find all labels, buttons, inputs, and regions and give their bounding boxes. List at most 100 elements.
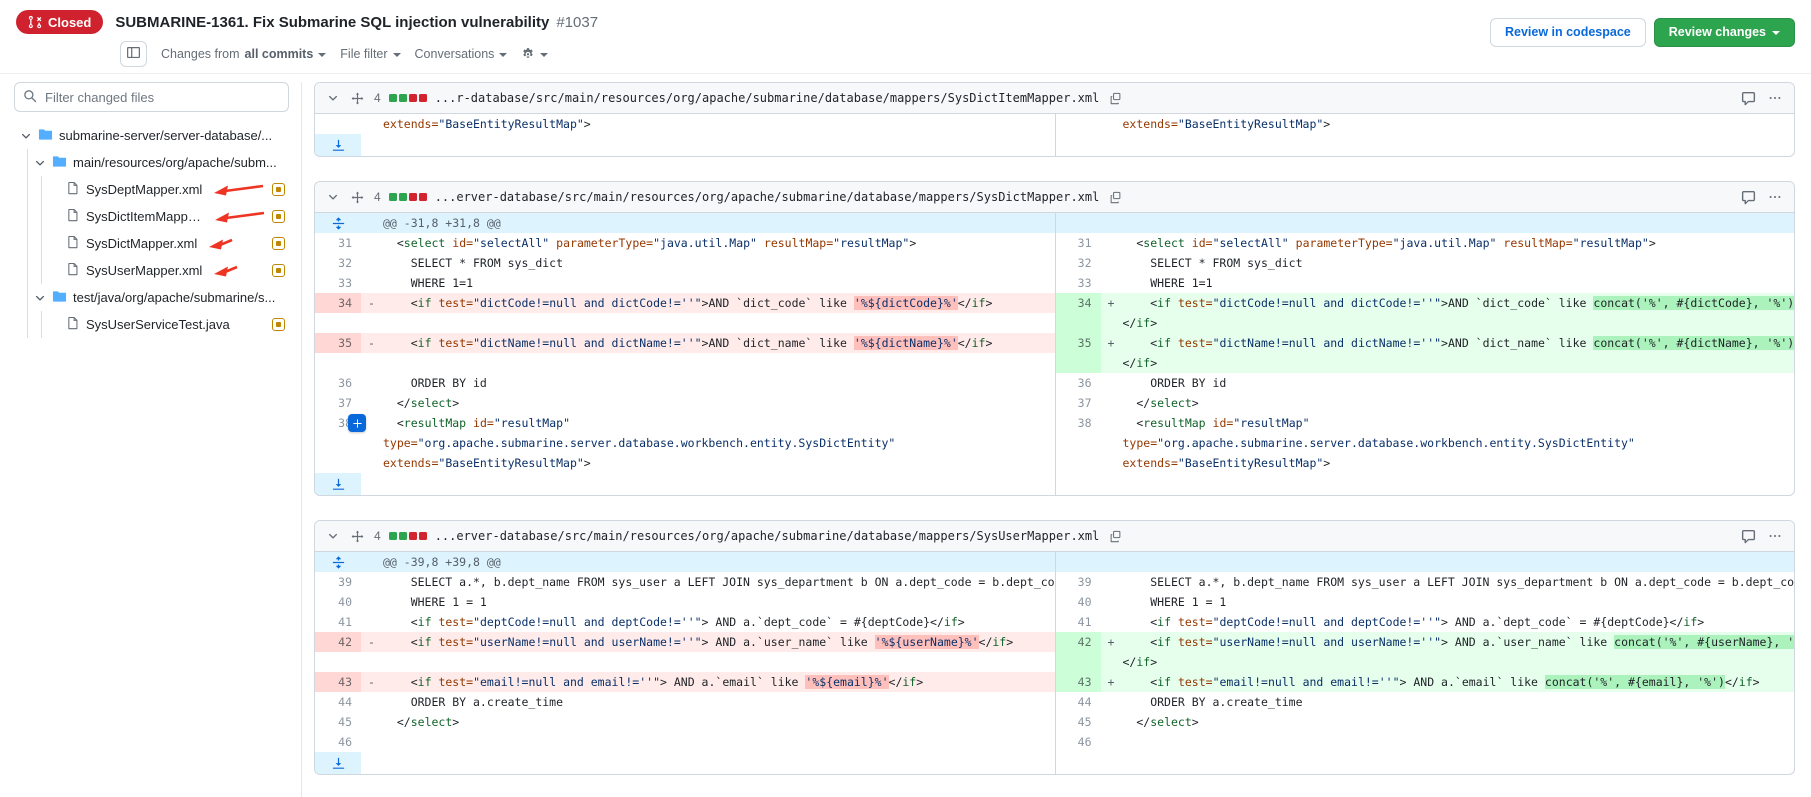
code-line: SELECT a.*, b.dept_name FROM sys_user a … [1101, 572, 1795, 592]
line-number[interactable]: 31 [315, 233, 361, 253]
file-menu-button[interactable] [1766, 527, 1784, 545]
file-filter-box [14, 82, 289, 112]
line-number[interactable]: 34 [1055, 293, 1101, 313]
line-number[interactable]: 40 [1055, 592, 1101, 612]
diff-settings-dropdown[interactable] [521, 46, 548, 63]
line-number[interactable]: 42 [315, 632, 361, 652]
expand-down-button[interactable] [315, 752, 361, 774]
collapse-file-button[interactable] [325, 189, 341, 205]
line-number[interactable]: 39 [315, 572, 361, 592]
line-number [1055, 353, 1101, 373]
hunk-header-row: @@ -39,8 +39,8 @@ [315, 552, 1794, 572]
code-line: </if> [1101, 353, 1795, 373]
diffstat-square [399, 94, 407, 102]
line-number[interactable]: 46 [1055, 732, 1101, 752]
copy-path-button[interactable] [1107, 90, 1124, 107]
line-number[interactable]: 43 [1055, 672, 1101, 692]
file-comment-button[interactable] [1739, 89, 1758, 108]
add-comment-button[interactable] [348, 414, 366, 432]
line-number[interactable]: 33 [1055, 273, 1101, 293]
sidebar-item-sysdeptmapper-xml[interactable]: SysDeptMapper.xml [42, 176, 289, 203]
sidebar-item-test-java-org-apache-submarine-s-[interactable]: test/java/org/apache/submarine/s... [28, 284, 289, 311]
line-number[interactable]: 42 [1055, 632, 1101, 652]
file-comment-button[interactable] [1739, 188, 1758, 207]
file-menu-button[interactable] [1766, 188, 1784, 206]
expand-hunk-button[interactable] [315, 213, 361, 233]
expand-down-button[interactable] [315, 134, 361, 156]
copy-path-button[interactable] [1107, 528, 1124, 545]
files-changed-content: submarine-server/server-database/... main… [0, 74, 1811, 797]
line-number[interactable]: 32 [1055, 253, 1101, 273]
file-path-link[interactable]: ...erver-database/src/main/resources/org… [435, 529, 1100, 543]
line-number[interactable]: 45 [315, 712, 361, 732]
code-line: extends="BaseEntityResultMap"> [361, 114, 1055, 134]
line-number[interactable]: 41 [315, 612, 361, 632]
file-diff-card: 4...r-database/src/main/resources/org/ap… [314, 82, 1795, 157]
line-number[interactable]: 39 [1055, 572, 1101, 592]
file-icon [66, 262, 80, 279]
diff-row: 43- <if test="email!=null and email!=''"… [315, 672, 1794, 692]
file-filter-input[interactable] [14, 82, 289, 112]
code-line: </select> [1101, 712, 1795, 732]
file-menu-button[interactable] [1766, 89, 1784, 107]
file-comment-button[interactable] [1739, 527, 1758, 546]
code-line: </select> [361, 712, 1055, 732]
file-filter-dropdown[interactable]: File filter [340, 47, 400, 61]
review-in-codespace-label: Review in codespace [1505, 25, 1631, 40]
drag-handle-icon[interactable] [349, 90, 366, 107]
expand-row [315, 134, 1794, 156]
line-number[interactable]: 36 [315, 373, 361, 393]
code-line [361, 652, 1055, 672]
changes-from-dropdown[interactable]: Changes from all commits [161, 47, 326, 61]
line-number[interactable]: 40 [315, 592, 361, 612]
sidebar-item-sysdictmapper-xml[interactable]: SysDictMapper.xml [42, 230, 289, 257]
file-tree-toggle-button[interactable] [120, 41, 147, 67]
sidebar-item-sysusermapper-xml[interactable]: SysUserMapper.xml [42, 257, 289, 284]
drag-handle-icon[interactable] [349, 189, 366, 206]
annotation-arrow-icon [213, 182, 265, 198]
line-number[interactable]: 46 [315, 732, 361, 752]
line-number[interactable]: 43 [315, 672, 361, 692]
line-number[interactable]: 44 [1055, 692, 1101, 712]
line-number[interactable]: 36 [1055, 373, 1101, 393]
file-diff-card: 4...erver-database/src/main/resources/or… [314, 181, 1795, 496]
line-number[interactable]: 32 [315, 253, 361, 273]
line-number[interactable]: 31 [1055, 233, 1101, 253]
diffstat-square [419, 532, 427, 540]
line-number[interactable]: 37 [315, 393, 361, 413]
file-path-link[interactable]: ...r-database/src/main/resources/org/apa… [435, 91, 1100, 105]
sidebar-item-sysdictitemmapper-xml[interactable]: SysDictItemMapper.xml [42, 203, 289, 230]
sidebar-item-main-resources-org-apache-subm-[interactable]: main/resources/org/apache/subm... [28, 149, 289, 176]
diff-row: type="org.apache.submarine.server.databa… [315, 433, 1794, 453]
line-number [315, 433, 361, 453]
drag-handle-icon[interactable] [349, 528, 366, 545]
copy-path-button[interactable] [1107, 189, 1124, 206]
line-number[interactable]: 45 [1055, 712, 1101, 732]
code-line: type="org.apache.submarine.server.databa… [361, 433, 1055, 453]
line-number[interactable]: 33 [315, 273, 361, 293]
review-in-codespace-button[interactable]: Review in codespace [1490, 18, 1646, 47]
sidebar-item-submarine-server-server-database-[interactable]: submarine-server/server-database/... [14, 122, 289, 149]
review-changes-button[interactable]: Review changes [1654, 18, 1795, 47]
line-number[interactable]: 41 [1055, 612, 1101, 632]
line-number [1055, 313, 1101, 333]
sidebar-item-sysuserservicetest-java[interactable]: SysUserServiceTest.java [42, 311, 289, 338]
line-number[interactable]: 44 [315, 692, 361, 712]
collapse-file-button[interactable] [325, 90, 341, 106]
line-number[interactable]: 34 [315, 293, 361, 313]
expand-hunk-button[interactable] [315, 552, 361, 572]
pr-state-label: Closed [48, 16, 91, 29]
file-path-link[interactable]: ...erver-database/src/main/resources/org… [435, 190, 1100, 204]
expand-down-button[interactable] [315, 473, 361, 495]
line-number[interactable]: 37 [1055, 393, 1101, 413]
pr-title: SUBMARINE-1361. Fix Submarine SQL inject… [115, 14, 598, 31]
file-header: 4...r-database/src/main/resources/org/ap… [315, 83, 1794, 114]
diff-row: 33 WHERE 1=133 WHERE 1=1 [315, 273, 1794, 293]
conversations-dropdown[interactable]: Conversations [415, 47, 508, 61]
line-number[interactable]: 35 [1055, 333, 1101, 353]
line-number[interactable]: 35 [315, 333, 361, 353]
tree-item-label: main/resources/org/apache/subm... [73, 155, 277, 170]
line-number[interactable]: 38 [1055, 413, 1101, 433]
code-line: <select id="selectAll" parameterType="ja… [1101, 233, 1795, 253]
collapse-file-button[interactable] [325, 528, 341, 544]
